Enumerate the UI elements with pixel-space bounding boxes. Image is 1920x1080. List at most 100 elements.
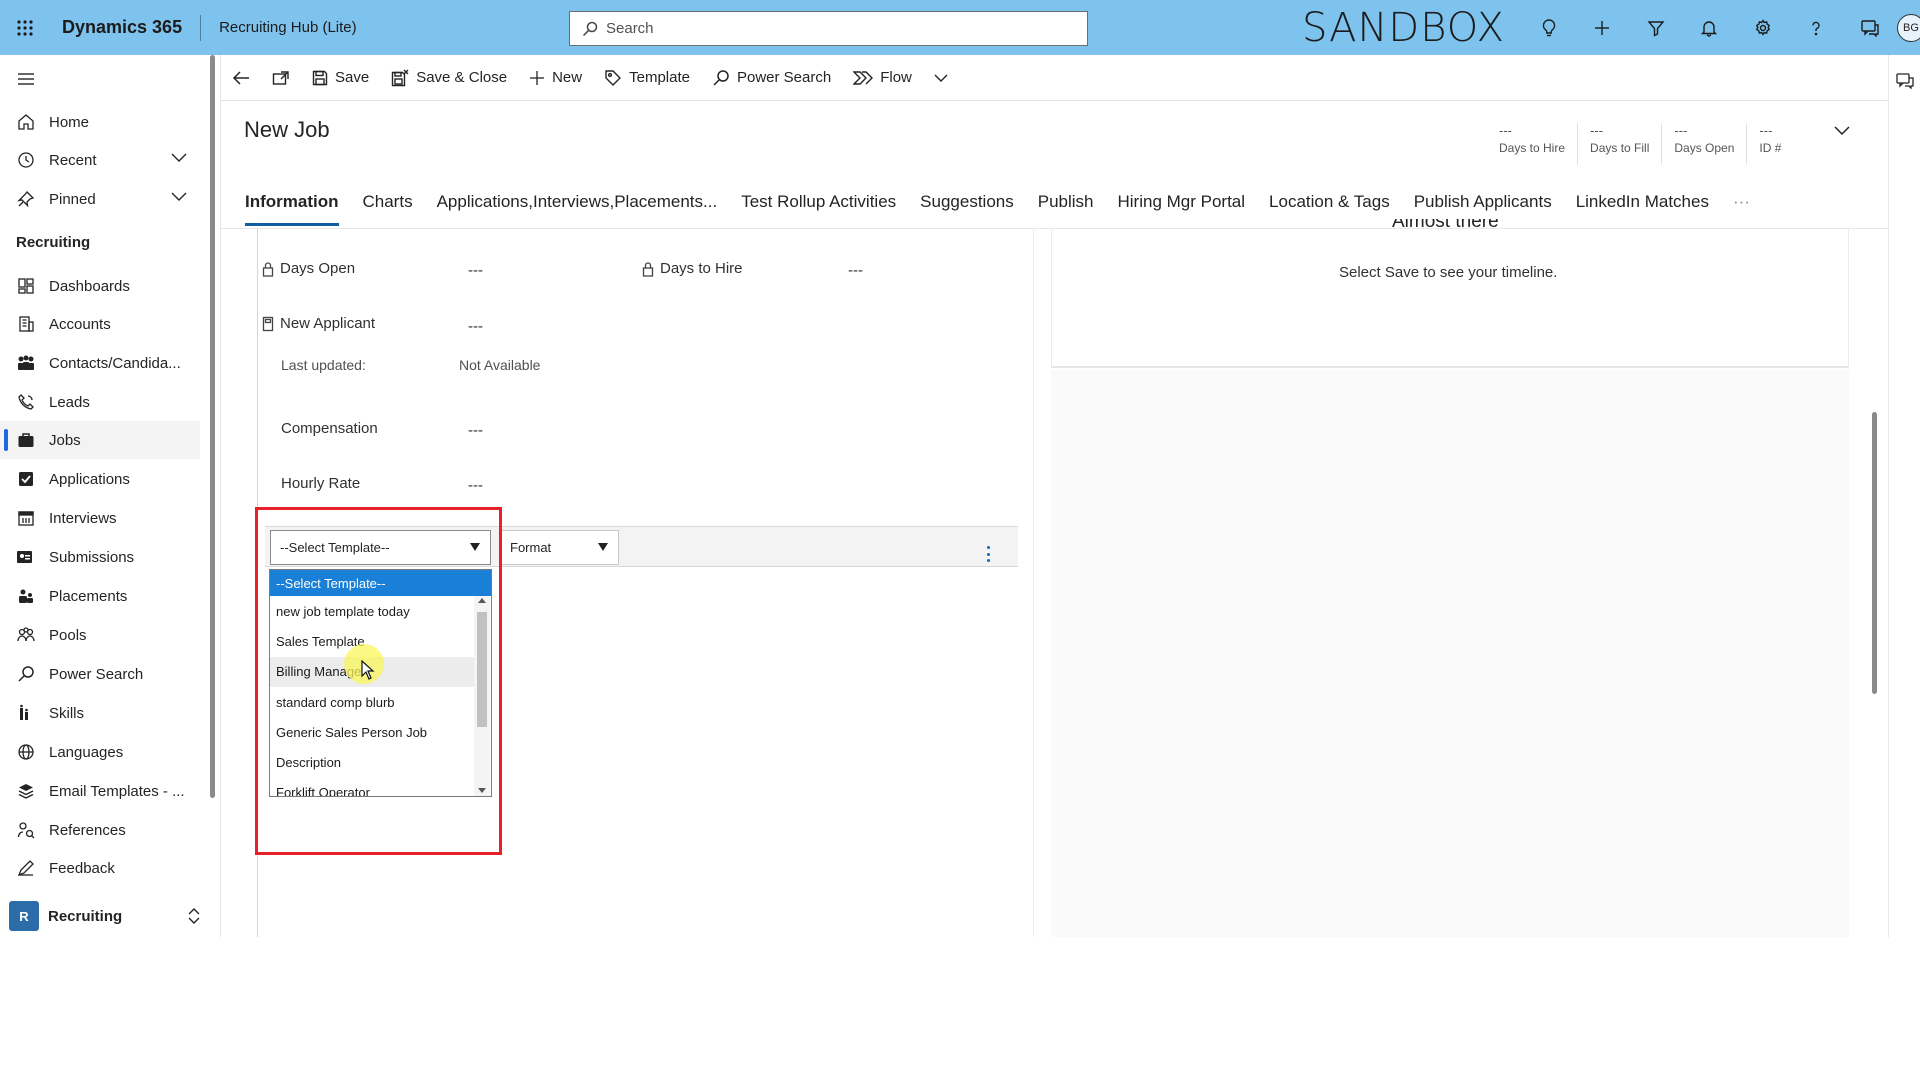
header-fields: --- Days to Hire --- Days to Fill --- Da… — [1487, 123, 1793, 165]
references-icon — [16, 820, 36, 840]
new-button[interactable]: New — [518, 55, 593, 101]
sidebar-item-dashboards[interactable]: Dashboards — [0, 267, 200, 305]
save-button[interactable]: Save — [301, 55, 380, 101]
compensation-value[interactable]: --- — [468, 422, 483, 439]
flow-button[interactable]: Flow — [842, 55, 923, 101]
sidebar-item-applications[interactable]: Applications — [0, 460, 200, 498]
gear-icon[interactable] — [1736, 0, 1790, 55]
sidebar-section-title: Recruiting — [16, 234, 91, 251]
flow-label: Flow — [880, 69, 912, 86]
more-options-icon[interactable] — [987, 546, 991, 562]
search-icon — [712, 69, 730, 87]
hourly-rate-value[interactable]: --- — [468, 477, 483, 494]
field-label-text: New Applicant — [280, 315, 376, 332]
sidebar-hamburger[interactable] — [0, 60, 200, 98]
save-and-close-button[interactable]: Save & Close — [380, 55, 518, 101]
last-updated-label: Last updated: — [281, 357, 366, 373]
tab-linkedin-matches[interactable]: LinkedIn Matches — [1576, 190, 1709, 226]
sidebar-item-label: Interviews — [49, 509, 117, 527]
sidebar-item-pinned[interactable]: Pinned — [0, 180, 200, 218]
sidebar-item-label: Feedback — [49, 859, 115, 877]
sidebar-item-accounts[interactable]: Accounts — [0, 305, 200, 343]
right-panel-scrollbar[interactable] — [1872, 412, 1877, 694]
header-field-label: Days Open — [1674, 141, 1735, 155]
header-field-id: --- ID # — [1747, 123, 1793, 165]
tab-location-tags[interactable]: Location & Tags — [1269, 190, 1390, 226]
sidebar-item-label: Dashboards — [49, 277, 130, 295]
tab-charts[interactable]: Charts — [363, 190, 413, 226]
format-select[interactable]: Format — [501, 530, 619, 565]
environment-label: SANDBOX — [1302, 5, 1506, 51]
lightbulb-icon[interactable] — [1522, 0, 1576, 55]
help-icon[interactable] — [1790, 0, 1844, 55]
new-label: New — [552, 69, 583, 86]
hourly-rate-label: Hourly Rate — [281, 475, 361, 492]
tab-applications[interactable]: Applications,Interviews,Placements... — [437, 190, 718, 226]
header-expand-chevron-icon[interactable] — [1833, 125, 1851, 137]
feedback-icon — [16, 858, 36, 878]
app-launcher-icon[interactable] — [0, 0, 50, 55]
lock-icon — [642, 261, 654, 277]
sidebar-item-email-templates[interactable]: Email Templates - ... — [0, 772, 200, 810]
chevron-down-icon[interactable] — [170, 151, 188, 163]
user-avatar[interactable]: BG — [1897, 14, 1920, 42]
sidebar-scrollbar[interactable] — [210, 55, 215, 798]
calculator-icon — [262, 316, 274, 332]
tab-hiring-mgr-portal[interactable]: Hiring Mgr Portal — [1118, 190, 1246, 226]
plus-icon[interactable] — [1576, 0, 1630, 55]
comments-icon[interactable] — [1896, 73, 1914, 89]
highlight-annotation-box — [255, 507, 502, 855]
app-name[interactable]: Dynamics 365 — [50, 17, 200, 38]
dropdown-arrow-icon — [598, 543, 608, 551]
sidebar-item-languages[interactable]: Languages — [0, 733, 200, 771]
sidebar-item-interviews[interactable]: Interviews — [0, 499, 200, 537]
sidebar-item-contacts[interactable]: Contacts/Candida... — [0, 344, 200, 382]
sidebar-item-label: Languages — [49, 743, 124, 761]
open-new-window-button[interactable] — [261, 55, 301, 101]
sidebar-item-power-search[interactable]: Power Search — [0, 655, 200, 693]
tab-test-rollup-activities[interactable]: Test Rollup Activities — [741, 190, 896, 226]
tab-information[interactable]: Information — [245, 190, 339, 226]
sidebar-item-references[interactable]: References — [0, 811, 200, 849]
template-label: Template — [629, 69, 690, 86]
calendar-icon — [16, 508, 36, 528]
filter-icon[interactable] — [1629, 0, 1683, 55]
more-commands-button[interactable] — [923, 55, 959, 101]
back-button[interactable] — [221, 55, 261, 101]
sidebar-item-label: Home — [49, 113, 90, 131]
sidebar-item-placements[interactable]: Placements — [0, 577, 200, 615]
sidebar-item-label: Accounts — [49, 315, 111, 333]
tab-publish[interactable]: Publish — [1038, 190, 1094, 226]
lock-icon — [262, 261, 274, 277]
search-input[interactable]: Search — [569, 11, 1088, 46]
sidebar-item-skills[interactable]: Skills — [0, 694, 200, 732]
tab-more[interactable]: ··· — [1733, 190, 1750, 226]
sidebar-item-jobs[interactable]: Jobs — [0, 421, 200, 459]
chevron-down-icon[interactable] — [170, 190, 188, 202]
sidebar-item-recent[interactable]: Recent — [0, 141, 200, 179]
sidebar-item-label: Leads — [49, 393, 90, 411]
header-field-label: Days to Fill — [1590, 141, 1650, 155]
area-name[interactable]: Recruiting Hub (Lite) — [201, 19, 357, 36]
header-field-days-to-hire: --- Days to Hire — [1487, 123, 1579, 165]
template-button[interactable]: Template — [593, 55, 701, 101]
bell-icon[interactable] — [1683, 0, 1737, 55]
tab-suggestions[interactable]: Suggestions — [920, 190, 1014, 226]
new-applicant-value: --- — [468, 318, 483, 335]
chat-icon[interactable] — [1843, 0, 1897, 55]
people-icon — [16, 625, 36, 645]
sidebar-item-label: References — [49, 821, 126, 839]
power-search-button[interactable]: Power Search — [701, 55, 842, 101]
sidebar-item-leads[interactable]: Leads — [0, 383, 200, 421]
submissions-icon — [16, 547, 36, 567]
header-field-days-to-fill: --- Days to Fill — [1578, 123, 1663, 165]
dashboard-icon — [16, 276, 36, 296]
search-icon — [16, 664, 36, 684]
header-field-value: --- — [1759, 123, 1773, 138]
sidebar-item-home[interactable]: Home — [0, 103, 200, 141]
sidebar-item-feedback[interactable]: Feedback — [0, 849, 200, 887]
sidebar-item-submissions[interactable]: Submissions — [0, 538, 200, 576]
sidebar-item-label: Contacts/Candida... — [49, 354, 181, 372]
sidebar-item-pools[interactable]: Pools — [0, 616, 200, 654]
area-switcher[interactable]: R Recruiting — [0, 895, 221, 937]
